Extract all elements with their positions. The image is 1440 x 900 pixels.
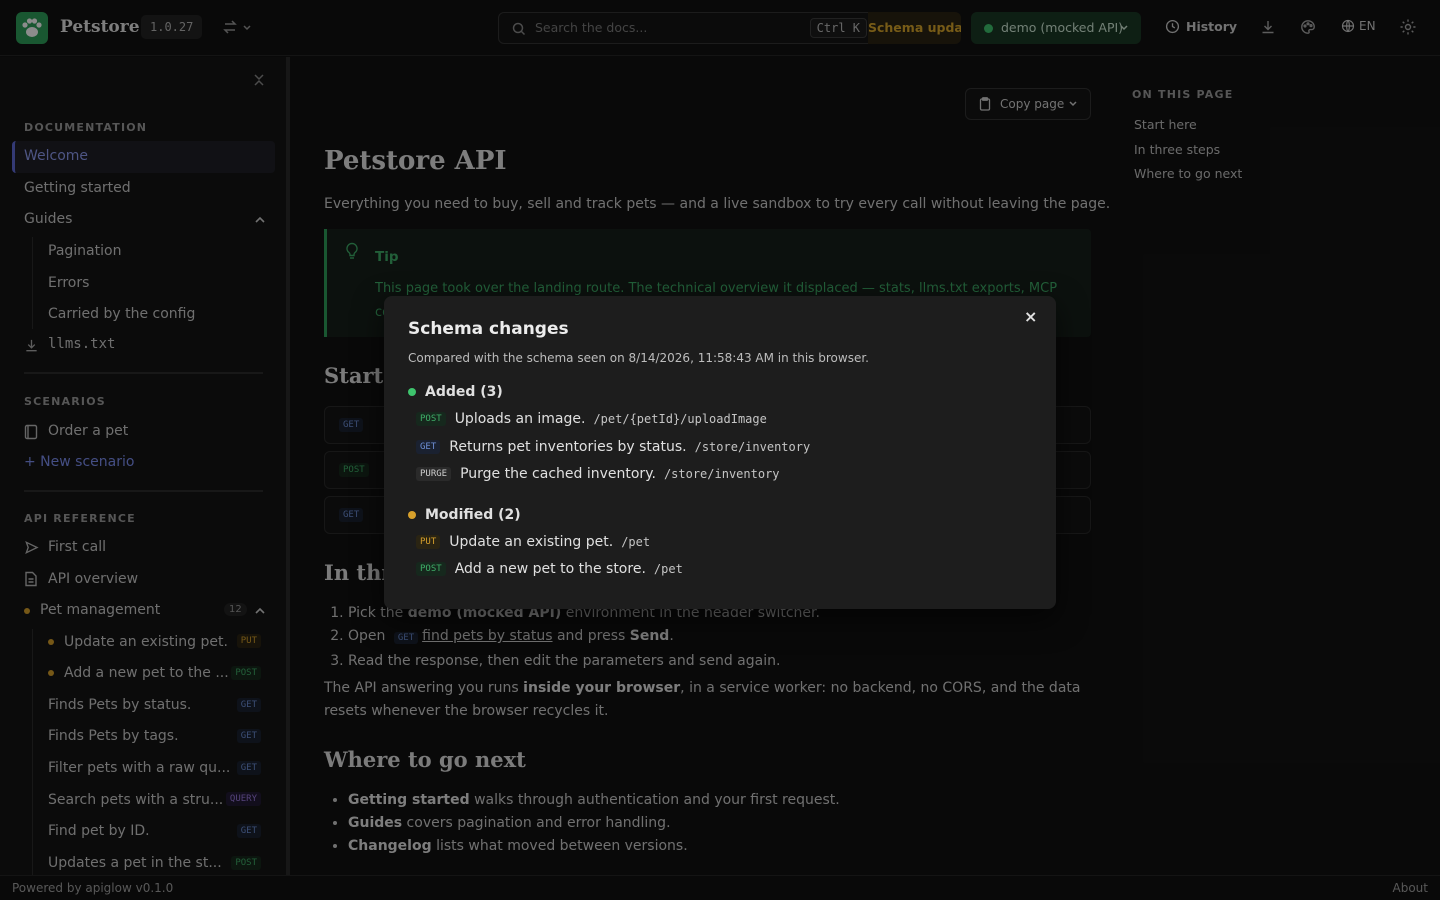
close-icon[interactable]: ×	[1024, 307, 1037, 326]
endpoint-path: /pet	[653, 562, 683, 576]
method-badge: PUT	[416, 535, 441, 549]
change-row[interactable]: PUT Update an existing pet./pet	[416, 534, 650, 550]
dialog-title: Schema changes	[408, 319, 569, 339]
dialog-subtitle: Compared with the schema seen on 8/14/20…	[408, 351, 869, 365]
modified-dot	[408, 511, 416, 519]
endpoint-path: /pet	[621, 535, 651, 549]
change-row[interactable]: GET Returns pet inventories by status./st…	[416, 439, 810, 455]
endpoint-path: /store/inventory	[663, 467, 780, 481]
method-badge: POST	[416, 412, 446, 426]
added-dot	[408, 388, 416, 396]
endpoint-path: /store/inventory	[694, 440, 811, 454]
change-row[interactable]: POST Add a new pet to the store./pet	[416, 561, 683, 577]
change-row[interactable]: POST Uploads an image./pet/{petId}/upload…	[416, 411, 767, 427]
method-badge: POST	[416, 562, 446, 576]
endpoint-path: /pet/{petId}/uploadImage	[593, 412, 767, 426]
change-row[interactable]: PURGE Purge the cached inventory./store/i…	[416, 466, 780, 482]
method-badge: GET	[416, 440, 441, 454]
method-badge: PURGE	[416, 467, 452, 481]
modified-group-title: Modified (2)	[408, 507, 521, 523]
schema-changes-dialog: Schema changes × Compared with the schem…	[384, 296, 1056, 609]
added-group-title: Added (3)	[408, 384, 503, 400]
